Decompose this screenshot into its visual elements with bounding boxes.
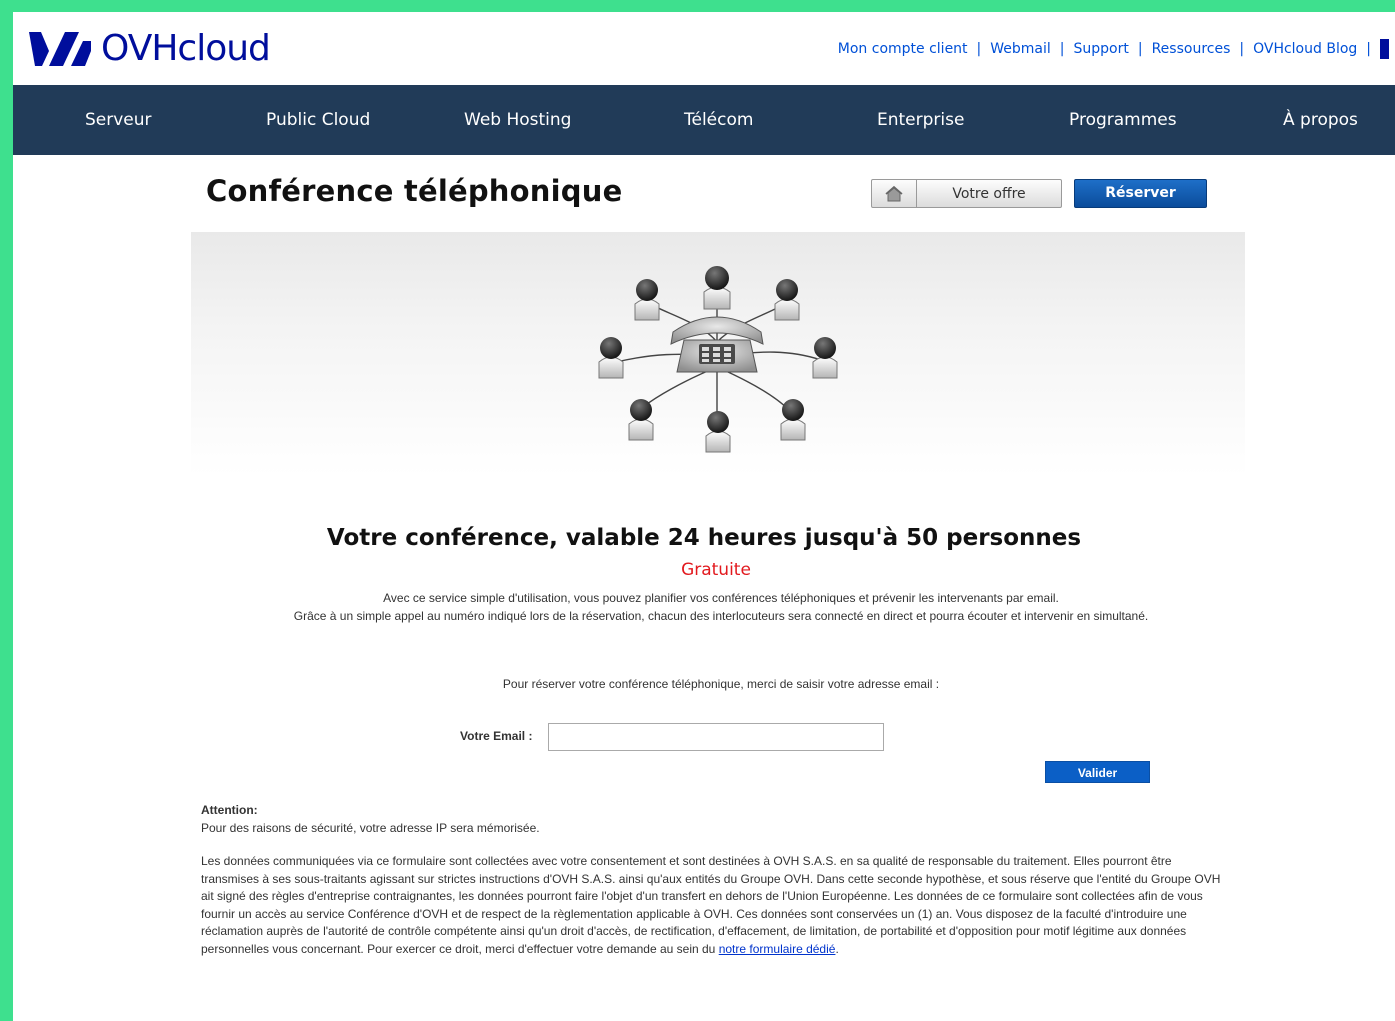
home-icon[interactable] bbox=[872, 180, 917, 207]
separator: | bbox=[1059, 41, 1065, 57]
legal-text: Les données communiquées via ce formulai… bbox=[201, 854, 1221, 956]
separator: | bbox=[976, 41, 982, 57]
toplink-blog[interactable]: OVHcloud Blog bbox=[1253, 41, 1357, 57]
conference-illustration bbox=[598, 266, 838, 453]
price-label: Gratuite bbox=[681, 560, 751, 580]
page: OVHcloud Mon compte client | Webmail | S… bbox=[13, 12, 1395, 1021]
offer-headline: Votre conférence, valable 24 heures jusq… bbox=[326, 525, 1082, 551]
top-links: Mon compte client | Webmail | Support | … bbox=[838, 39, 1389, 59]
offer-button-label: Votre offre bbox=[952, 185, 1026, 202]
brand-name: OVHcloud bbox=[101, 28, 271, 69]
offer-button[interactable]: Votre offre bbox=[871, 179, 1062, 208]
main-nav: Serveur Public Cloud Web Hosting Télécom… bbox=[13, 85, 1395, 155]
legal-notice: Les données communiquées via ce formulai… bbox=[201, 853, 1227, 959]
conference-banner bbox=[191, 232, 1245, 476]
email-label: Votre Email : bbox=[460, 729, 533, 743]
ovhcloud-logo-icon bbox=[29, 32, 91, 66]
toplink-account[interactable]: Mon compte client bbox=[838, 41, 968, 57]
legal-form-link[interactable]: notre formulaire dédié bbox=[719, 942, 836, 956]
legal-end: . bbox=[835, 941, 839, 956]
nav-item-telecom[interactable]: Télécom bbox=[684, 85, 753, 155]
top-header: OVHcloud Mon compte client | Webmail | S… bbox=[13, 12, 1395, 85]
toplink-webmail[interactable]: Webmail bbox=[990, 41, 1051, 57]
separator: | bbox=[1137, 41, 1143, 57]
nav-item-web-hosting[interactable]: Web Hosting bbox=[464, 85, 571, 155]
nav-item-a-propos[interactable]: À propos bbox=[1283, 85, 1358, 155]
toplink-resources[interactable]: Ressources bbox=[1152, 41, 1231, 57]
nav-item-programmes[interactable]: Programmes bbox=[1069, 85, 1177, 155]
telephone-icon bbox=[670, 316, 764, 373]
nav-item-enterprise[interactable]: Enterprise bbox=[877, 85, 964, 155]
submit-button[interactable]: Valider bbox=[1045, 761, 1150, 783]
attention-notice: Attention: Pour des raisons de sécurité,… bbox=[201, 801, 540, 837]
service-description: Avec ce service simple d'utilisation, vo… bbox=[13, 589, 1395, 625]
page-title: Conférence téléphonique bbox=[206, 174, 623, 208]
brand-logo[interactable]: OVHcloud bbox=[27, 28, 271, 69]
nav-item-serveur[interactable]: Serveur bbox=[85, 85, 152, 155]
attention-text: Pour des raisons de sécurité, votre adre… bbox=[201, 821, 540, 835]
email-field[interactable] bbox=[548, 723, 884, 751]
attention-title: Attention: bbox=[201, 803, 258, 817]
nav-item-public-cloud[interactable]: Public Cloud bbox=[266, 85, 370, 155]
description-line: Avec ce service simple d'utilisation, vo… bbox=[383, 591, 1059, 605]
toplink-support[interactable]: Support bbox=[1074, 41, 1129, 57]
email-prompt: Pour réserver votre conférence téléphoni… bbox=[502, 677, 940, 691]
reserve-button[interactable]: Réserver bbox=[1074, 179, 1207, 208]
language-flag-icon[interactable] bbox=[1380, 39, 1389, 59]
separator: | bbox=[1366, 41, 1371, 57]
separator: | bbox=[1239, 41, 1245, 57]
description-line: Grâce à un simple appel au numéro indiqu… bbox=[293, 609, 1149, 623]
